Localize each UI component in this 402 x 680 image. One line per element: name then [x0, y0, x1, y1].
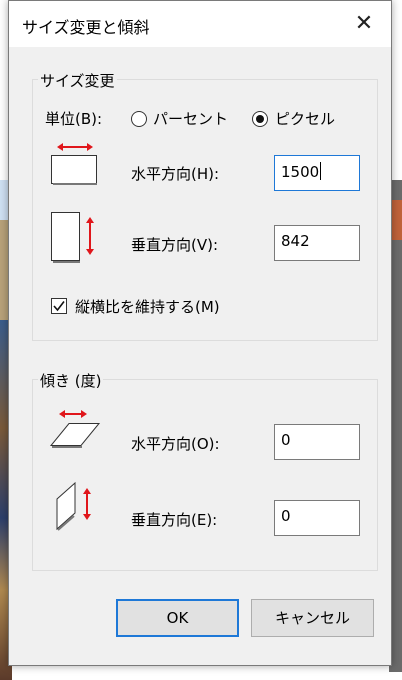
vertical-skew-icon — [56, 481, 91, 531]
aspect-ratio-checkbox[interactable] — [51, 298, 67, 314]
dialog-title: サイズ変更と傾斜 — [22, 18, 150, 37]
cancel-button[interactable]: キャンセル — [251, 599, 374, 637]
resize-vertical-input[interactable]: 842 — [274, 225, 360, 261]
unit-label: 単位(B): — [45, 110, 103, 128]
resize-horizontal-input[interactable]: 1500 — [274, 155, 360, 191]
resize-horizontal-label: 水平方向(H): — [131, 165, 220, 183]
skew-group-label: 傾き (度) — [38, 370, 104, 391]
horizontal-resize-icon — [51, 143, 97, 185]
resize-group-label: サイズ変更 — [38, 70, 117, 91]
skew-vertical-input[interactable]: 0 — [274, 500, 360, 536]
title-bar: サイズ変更と傾斜 ✕ — [9, 1, 391, 47]
skew-horizontal-input[interactable]: 0 — [274, 424, 360, 460]
percent-radio[interactable] — [131, 111, 147, 127]
skew-vertical-label: 垂直方向(E): — [131, 511, 218, 529]
pixel-radio[interactable] — [252, 111, 268, 127]
aspect-ratio-label[interactable]: 縦横比を維持する(M) — [75, 296, 220, 317]
vertical-resize-icon — [51, 212, 94, 263]
skew-horizontal-label: 水平方向(O): — [131, 435, 220, 453]
check-icon — [53, 301, 65, 312]
ok-button[interactable]: OK — [116, 599, 239, 637]
pixel-label[interactable]: ピクセル — [275, 108, 335, 129]
percent-label[interactable]: パーセント — [153, 108, 228, 129]
resize-skew-dialog: サイズ変更と傾斜 ✕ サイズ変更 単位(B): パーセント ピクセル 水平方向(… — [8, 0, 392, 666]
resize-vertical-label: 垂直方向(V): — [131, 236, 219, 254]
horizontal-skew-icon — [49, 410, 101, 448]
close-icon[interactable]: ✕ — [353, 13, 375, 35]
